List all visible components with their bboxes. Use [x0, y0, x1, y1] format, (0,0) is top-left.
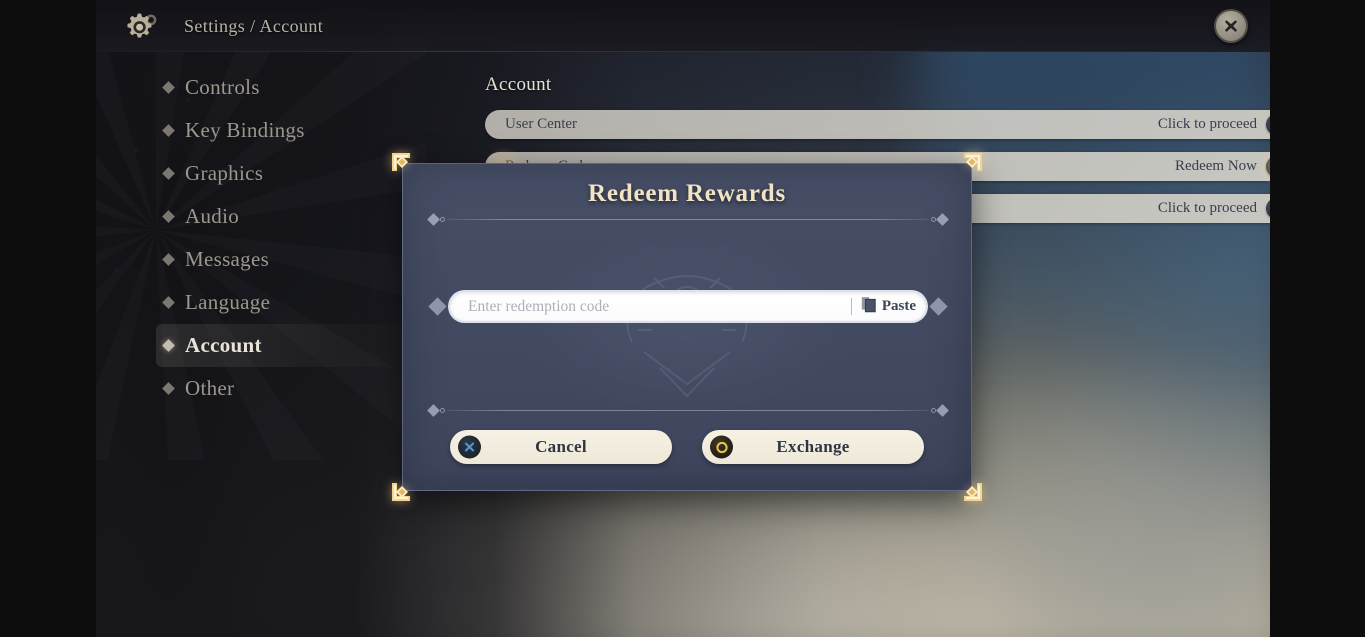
divider-line [447, 409, 929, 411]
diamond-bullet-icon [162, 296, 175, 309]
sidebar-item-controls[interactable]: Controls [156, 66, 456, 109]
exchange-button[interactable]: Exchange [702, 430, 924, 464]
row-label: User Center [505, 116, 578, 132]
gear-icon [112, 6, 174, 46]
sidebar-item-label: Other [185, 376, 235, 400]
redemption-code-field-row: Enter redemption code Paste [428, 290, 948, 323]
sidebar-item-label: Graphics [185, 161, 264, 185]
diamond-ornament-icon [936, 212, 949, 226]
diamond-ornament-icon [929, 297, 948, 316]
diamond-ornament-icon [427, 403, 440, 417]
divider-line [447, 218, 929, 220]
dialog-title: Redeem Rewards [588, 180, 786, 207]
sidebar-item-label: Audio [185, 204, 239, 228]
corner-ornament-icon [389, 478, 415, 504]
diamond-bullet-icon [162, 210, 175, 223]
sidebar-item-label: Language [185, 290, 271, 314]
table-row[interactable]: User Center Click to proceed [485, 110, 1270, 139]
close-icon [1224, 20, 1238, 32]
diamond-bullet-icon [162, 124, 175, 137]
dialog-body: Redeem Rewards Enter redemption code Pas… [402, 163, 972, 491]
row-action-label: Click to proceed [1157, 200, 1257, 216]
diamond-bullet-icon [162, 382, 175, 395]
diamond-ornament-icon [936, 403, 949, 417]
ring-circle-icon [710, 435, 733, 459]
sidebar-item-label: Messages [185, 247, 270, 271]
close-x-icon [458, 435, 481, 459]
corner-ornament-icon [959, 150, 985, 176]
dialog-divider-top [427, 212, 949, 226]
row-action-label: Click to proceed [1157, 116, 1257, 132]
dot-ornament-icon [440, 407, 445, 413]
sidebar-item-label: Key Bindings [185, 118, 305, 142]
diamond-bullet-icon [162, 81, 175, 94]
dialog-actions: Cancel Exchange [403, 430, 971, 464]
redeem-rewards-dialog: Redeem Rewards Enter redemption code Pas… [392, 153, 982, 501]
diamond-bullet-icon [162, 253, 175, 266]
cancel-label: Cancel [535, 437, 587, 456]
settings-header: Settings / Account [96, 0, 1270, 52]
corner-ornament-icon [389, 150, 415, 176]
cancel-button[interactable]: Cancel [450, 430, 672, 464]
decorative-emblem-watermark [582, 256, 792, 416]
sidebar-item-key-bindings[interactable]: Key Bindings [156, 109, 456, 152]
game-settings-screen: Settings / Account Controls Key Bindings… [0, 0, 1365, 637]
diamond-bullet-icon [162, 339, 175, 352]
letterbox-bar-right [1270, 0, 1365, 637]
paste-label: Paste [881, 298, 916, 314]
sidebar-item-label: Controls [185, 75, 260, 99]
letterbox-bar-left [0, 0, 96, 637]
search-input-wrapper[interactable]: Enter redemption code Paste [448, 290, 928, 323]
redemption-code-input[interactable]: Enter redemption code [468, 298, 851, 316]
corner-ornament-icon [959, 478, 985, 504]
paste-button[interactable]: Paste [861, 296, 916, 318]
row-action-label: Redeem Now [1174, 158, 1257, 174]
diamond-bullet-icon [162, 167, 175, 180]
page-title: Account [485, 74, 552, 95]
game-stage: Settings / Account Controls Key Bindings… [96, 0, 1270, 637]
close-button[interactable] [1214, 9, 1248, 43]
dot-ornament-icon [440, 216, 445, 222]
diamond-ornament-icon [428, 297, 447, 316]
sidebar-item-label: Account [185, 333, 262, 357]
divider [850, 298, 852, 315]
clipboard-paste-icon [861, 296, 876, 318]
breadcrumb[interactable]: Settings / Account [184, 16, 323, 37]
exchange-label: Exchange [776, 437, 850, 456]
diamond-ornament-icon [427, 212, 440, 226]
dialog-divider-bottom [427, 403, 949, 417]
